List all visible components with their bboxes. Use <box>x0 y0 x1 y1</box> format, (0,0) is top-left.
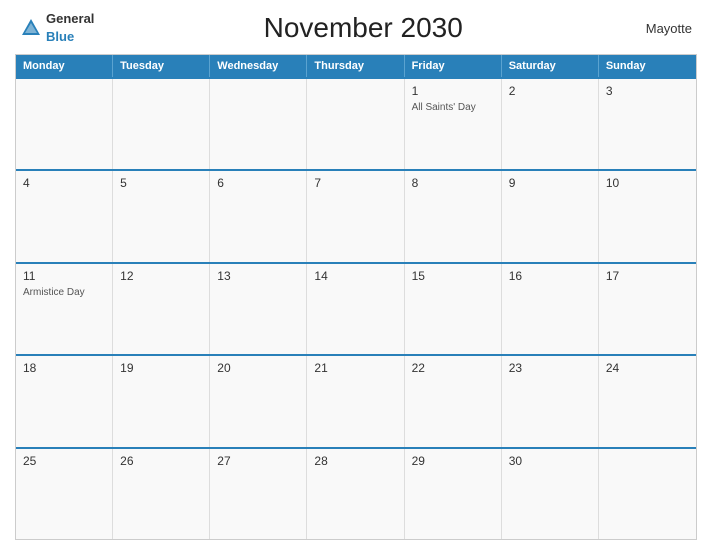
col-thursday: Thursday <box>307 55 404 77</box>
week-row-2: 4 5 6 7 8 9 10 <box>16 169 696 261</box>
day-number: 18 <box>23 361 105 375</box>
calendar: Monday Tuesday Wednesday Thursday Friday… <box>15 54 697 540</box>
day-number: 10 <box>606 176 689 190</box>
day-number: 12 <box>120 269 202 283</box>
day-cell-3-4: 22 <box>405 356 502 446</box>
day-cell-4-4: 29 <box>405 449 502 539</box>
col-friday: Friday <box>405 55 502 77</box>
day-cell-1-4: 8 <box>405 171 502 261</box>
col-wednesday: Wednesday <box>210 55 307 77</box>
day-cell-0-4: 1 All Saints' Day <box>405 79 502 169</box>
day-number: 11 <box>23 269 105 283</box>
header: General Blue November 2030 Mayotte <box>15 10 697 46</box>
day-cell-0-5: 2 <box>502 79 599 169</box>
day-cell-3-6: 24 <box>599 356 696 446</box>
col-sunday: Sunday <box>599 55 696 77</box>
day-cell-2-2: 13 <box>210 264 307 354</box>
day-cell-4-0: 25 <box>16 449 113 539</box>
day-number: 6 <box>217 176 299 190</box>
day-cell-1-0: 4 <box>16 171 113 261</box>
col-saturday: Saturday <box>502 55 599 77</box>
day-number: 28 <box>314 454 396 468</box>
day-cell-3-1: 19 <box>113 356 210 446</box>
day-number: 2 <box>509 84 591 98</box>
region-label: Mayotte <box>632 21 692 36</box>
day-number: 21 <box>314 361 396 375</box>
week-row-4: 18 19 20 21 22 23 24 <box>16 354 696 446</box>
day-number: 16 <box>509 269 591 283</box>
day-cell-1-1: 5 <box>113 171 210 261</box>
day-number: 27 <box>217 454 299 468</box>
day-cell-3-3: 21 <box>307 356 404 446</box>
day-cell-1-5: 9 <box>502 171 599 261</box>
day-cell-1-2: 6 <box>210 171 307 261</box>
day-cell-4-5: 30 <box>502 449 599 539</box>
day-number: 15 <box>412 269 494 283</box>
day-event: All Saints' Day <box>412 102 494 113</box>
day-cell-4-2: 27 <box>210 449 307 539</box>
week-row-1: 1 All Saints' Day 2 3 <box>16 77 696 169</box>
day-number: 23 <box>509 361 591 375</box>
day-cell-0-3 <box>307 79 404 169</box>
day-number: 4 <box>23 176 105 190</box>
day-number: 29 <box>412 454 494 468</box>
day-number: 30 <box>509 454 591 468</box>
day-number: 25 <box>23 454 105 468</box>
day-number: 20 <box>217 361 299 375</box>
day-cell-2-4: 15 <box>405 264 502 354</box>
day-cell-2-6: 17 <box>599 264 696 354</box>
calendar-body: 1All Saints' Day234567891011Armistice Da… <box>16 77 696 539</box>
day-cell-1-3: 7 <box>307 171 404 261</box>
day-number: 5 <box>120 176 202 190</box>
day-number: 26 <box>120 454 202 468</box>
day-cell-3-0: 18 <box>16 356 113 446</box>
col-monday: Monday <box>16 55 113 77</box>
week-row-5: 25 26 27 28 29 30 <box>16 447 696 539</box>
logo-blue-text: Blue <box>46 29 74 44</box>
day-number: 24 <box>606 361 689 375</box>
day-cell-4-3: 28 <box>307 449 404 539</box>
day-number: 14 <box>314 269 396 283</box>
day-cell-2-1: 12 <box>113 264 210 354</box>
day-cell-2-0: 11 Armistice Day <box>16 264 113 354</box>
day-cell-0-2 <box>210 79 307 169</box>
logo-general-text: General <box>46 11 94 26</box>
day-cell-2-5: 16 <box>502 264 599 354</box>
day-number: 22 <box>412 361 494 375</box>
week-row-3: 11 Armistice Day 12 13 14 15 16 17 <box>16 262 696 354</box>
day-cell-0-0 <box>16 79 113 169</box>
day-number: 3 <box>606 84 689 98</box>
day-cell-4-6 <box>599 449 696 539</box>
col-tuesday: Tuesday <box>113 55 210 77</box>
day-cell-2-3: 14 <box>307 264 404 354</box>
logo: General Blue <box>20 10 94 46</box>
day-number: 1 <box>412 84 494 98</box>
calendar-header-row: Monday Tuesday Wednesday Thursday Friday… <box>16 55 696 77</box>
day-event: Armistice Day <box>23 287 105 298</box>
calendar-page: General Blue November 2030 Mayotte Monda… <box>0 0 712 550</box>
day-number: 13 <box>217 269 299 283</box>
calendar-title: November 2030 <box>94 12 632 44</box>
day-number: 9 <box>509 176 591 190</box>
day-number: 19 <box>120 361 202 375</box>
day-cell-0-6: 3 <box>599 79 696 169</box>
day-cell-1-6: 10 <box>599 171 696 261</box>
day-number: 7 <box>314 176 396 190</box>
day-cell-3-2: 20 <box>210 356 307 446</box>
day-cell-3-5: 23 <box>502 356 599 446</box>
day-cell-0-1 <box>113 79 210 169</box>
day-number: 17 <box>606 269 689 283</box>
logo-icon <box>20 17 42 39</box>
day-number: 8 <box>412 176 494 190</box>
day-cell-4-1: 26 <box>113 449 210 539</box>
